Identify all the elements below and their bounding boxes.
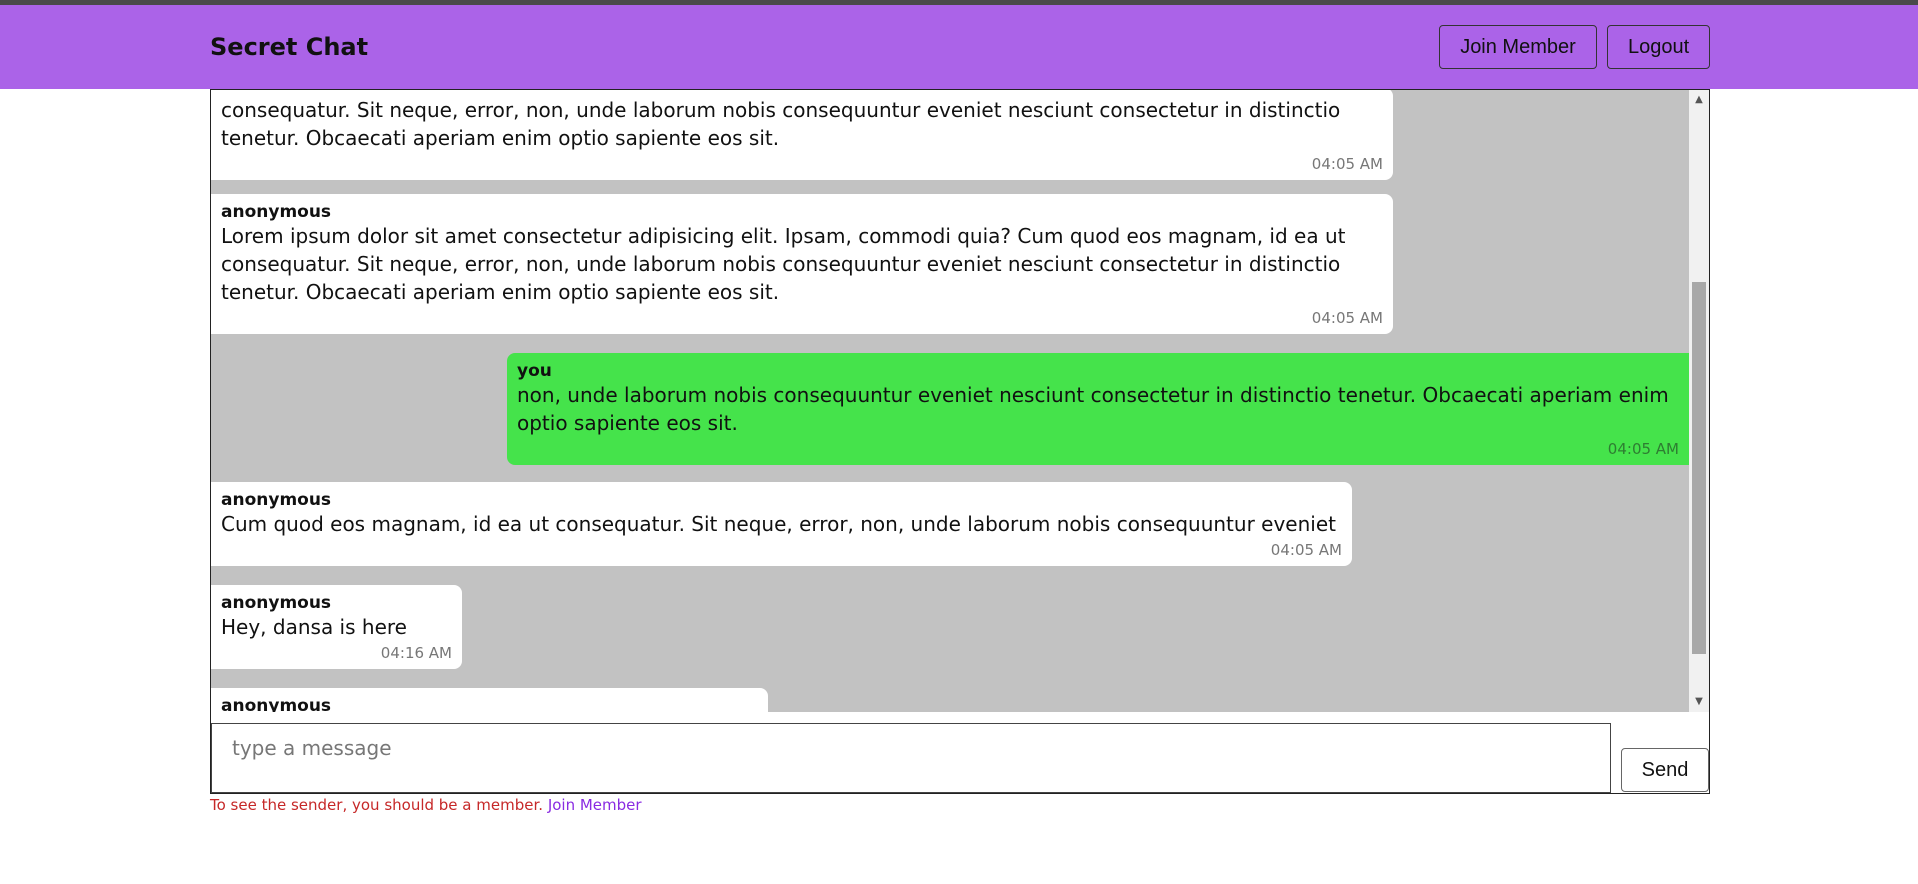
app-title: Secret Chat: [210, 33, 369, 61]
message-text: consequatur. Sit neque, error, non, unde…: [221, 98, 1341, 150]
message-sender: anonymous: [221, 593, 332, 613]
logout-button[interactable]: Logout: [1607, 25, 1710, 69]
join-member-button[interactable]: Join Member: [1439, 25, 1597, 69]
scroll-down-arrow-icon[interactable]: ▼: [1689, 694, 1709, 710]
message-sender: anonymous: [221, 202, 332, 222]
message-time: 04:16 AM: [380, 644, 452, 662]
message-time: 04:05 AM: [1270, 541, 1342, 559]
message-item: anonymous Cum quod eos magnam, id ea ut …: [211, 482, 1352, 566]
message-item: anonymous Hey, dansa is here 04:16 AM: [211, 585, 462, 669]
scroll-up-arrow-icon[interactable]: ▲: [1689, 92, 1709, 108]
message-item: consequatur. Sit neque, error, non, unde…: [211, 90, 1393, 180]
navbar: Secret Chat Join Member Logout: [0, 5, 1918, 89]
message-text: Cum quod eos magnam, id ea ut consequatu…: [221, 512, 1336, 536]
join-member-link[interactable]: Join Member: [548, 796, 642, 814]
message-text: non, unde laborum nobis consequuntur eve…: [517, 383, 1669, 435]
message-sender: anonymous: [221, 696, 332, 712]
message-time: 04:05 AM: [1311, 155, 1383, 173]
message-scrollbar[interactable]: ▲ ▼: [1689, 90, 1709, 712]
message-item: anonymous Lorem ipsum dolor sit amet con…: [211, 194, 1393, 334]
message-sender: anonymous: [221, 490, 332, 510]
message-sender: you: [517, 361, 552, 381]
chat-container: consequatur. Sit neque, error, non, unde…: [210, 89, 1710, 794]
send-button[interactable]: Send: [1621, 748, 1709, 792]
message-input[interactable]: [211, 723, 1611, 793]
message-text: Hey, dansa is here: [221, 615, 407, 639]
message-time: 04:05 AM: [1311, 309, 1383, 327]
message-item-own: you non, unde laborum nobis consequuntur…: [507, 353, 1689, 465]
notice-text: To see the sender, you should be a membe…: [210, 796, 544, 814]
scroll-thumb[interactable]: [1692, 282, 1706, 654]
message-time: 04:05 AM: [1607, 440, 1679, 458]
message-item: anonymous: [211, 688, 768, 712]
message-text: Lorem ipsum dolor sit amet consectetur a…: [221, 224, 1346, 304]
membership-notice: To see the sender, you should be a membe…: [210, 796, 642, 814]
message-list[interactable]: consequatur. Sit neque, error, non, unde…: [211, 90, 1689, 712]
composer: Send: [211, 723, 1711, 795]
